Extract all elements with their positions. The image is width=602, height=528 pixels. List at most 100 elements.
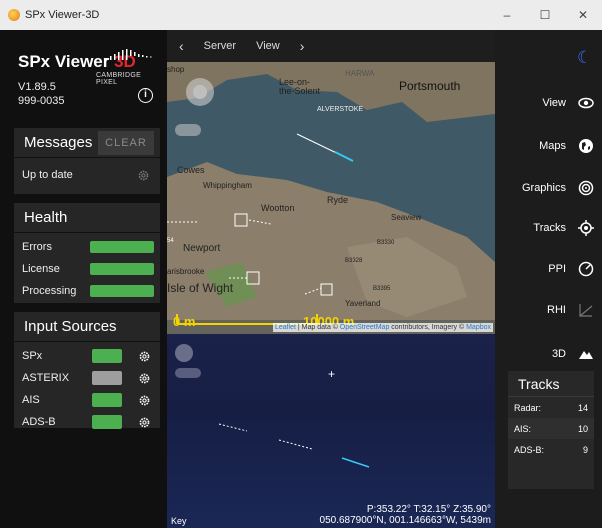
health-row: Processing: [14, 280, 160, 302]
graphics-icon: [578, 180, 594, 196]
input-source-indicator: [92, 349, 122, 363]
nav-label: PPI: [548, 263, 566, 275]
title-bar: SPx Viewer-3D – ☐ ✕: [0, 0, 602, 30]
map-label-yaverland: Yaverland: [345, 299, 381, 308]
input-source-indicator: [92, 393, 122, 407]
back-button[interactable]: ‹: [179, 38, 184, 54]
right-sidebar: ☾ View Maps Graphics Tracks PPI RHI 3D Tracks …: [495, 30, 602, 528]
map-label-isle: Isle of Wight: [167, 281, 234, 295]
brand-logo-icon: [106, 49, 152, 60]
map-label-harwa: HARWA: [345, 69, 375, 78]
3d-canvas: +: [218, 367, 370, 468]
version-info: V1.89.5 999-0035: [18, 81, 65, 107]
center-toolbar: ‹ Server View ›: [167, 30, 495, 62]
health-title: Health: [24, 209, 68, 226]
mapbox-link[interactable]: Mapbox: [466, 324, 491, 331]
nav-label: 3D: [551, 348, 566, 360]
input-source-settings-icon[interactable]: [138, 372, 151, 385]
brand-block: SPx Viewer 3D CAMBRIDGE PIXEL V1.89.5 99…: [8, 36, 160, 140]
map-label-ashop: shop: [167, 65, 185, 74]
server-menu[interactable]: Server: [204, 40, 236, 52]
input-source-row: AIS: [14, 389, 160, 411]
maximize-button[interactable]: ☐: [526, 8, 564, 22]
leaflet-link[interactable]: Leaflet: [275, 324, 296, 331]
scale-left-label: 0 m: [173, 314, 196, 329]
tracks-icon: [578, 220, 594, 236]
processing-status-bar: [90, 285, 154, 297]
map-label-newport: Newport: [183, 243, 221, 254]
nav-label: Maps: [539, 140, 566, 152]
nav-item-graphics[interactable]: Graphics: [522, 180, 594, 196]
map-label-b3395: B3395: [373, 286, 391, 292]
maps-icon: [578, 138, 594, 154]
input-source-settings-icon[interactable]: [138, 416, 151, 429]
messages-settings-icon[interactable]: [137, 169, 150, 182]
theme-toggle-icon[interactable]: ☾: [577, 48, 592, 68]
input-source-settings-icon[interactable]: [138, 350, 151, 363]
messages-status: Up to date: [22, 169, 73, 181]
errors-status-bar: [90, 241, 154, 253]
map-label-seaview: Seaview: [391, 213, 422, 222]
key-label[interactable]: Key: [171, 516, 187, 526]
map-label-whippingham: Whippingham: [203, 181, 252, 190]
input-source-row: ASTERIX: [14, 367, 160, 389]
nav-label: Graphics: [521, 182, 566, 194]
nav-item-ppi[interactable]: PPI: [548, 261, 594, 277]
tracks-row: ADS-B: 9: [514, 444, 588, 455]
input-source-label: AIS: [22, 394, 40, 406]
messages-panel: Messages CLEAR Up to date: [14, 128, 160, 194]
view-menu[interactable]: View: [256, 40, 280, 52]
company-name: CAMBRIDGE PIXEL: [96, 72, 142, 86]
view-icon: [578, 95, 594, 111]
map-label-ryde: Ryde: [327, 195, 349, 205]
input-sources-title: Input Sources: [24, 318, 117, 335]
camera-coordinates: P:353.22° T:32.15° Z:35.90° 050.687900°N…: [319, 504, 491, 526]
nav-label: RHI: [547, 304, 566, 316]
license-status-bar: [90, 263, 154, 275]
window-title: SPx Viewer-3D: [25, 9, 100, 21]
3d-icon: [578, 346, 594, 362]
map-label-lee: Lee-on- the-Solent: [279, 77, 321, 97]
map-label-wootton: Wootton: [261, 203, 295, 213]
svg-text:+: +: [328, 367, 335, 381]
tracks-summary: Tracks Radar: 14 AIS: 10 ADS-B: 9: [508, 371, 594, 489]
health-row: Errors: [14, 236, 160, 258]
tracks-summary-title: Tracks: [508, 371, 594, 397]
clear-button[interactable]: CLEAR: [98, 130, 154, 155]
map-label-arisbrook: arisbrooke: [167, 267, 205, 276]
app-icon: [8, 9, 20, 21]
health-panel: Health Errors License Processing: [14, 203, 160, 303]
input-source-indicator: [92, 371, 122, 385]
input-source-row: ADS-B: [14, 411, 160, 433]
left-sidebar: SPx Viewer 3D CAMBRIDGE PIXEL V1.89.5 99…: [0, 30, 167, 528]
map-label-alverstoke: ALVERSTOKE: [317, 106, 364, 113]
minimize-button[interactable]: –: [488, 8, 526, 22]
osm-link[interactable]: OpenStreetMap: [340, 324, 389, 331]
nav-item-3d[interactable]: 3D: [552, 346, 594, 362]
input-source-settings-icon[interactable]: [138, 394, 151, 407]
nav-item-tracks[interactable]: Tracks: [533, 220, 594, 236]
map-label-b3330: B3330: [377, 240, 395, 246]
nav-item-rhi[interactable]: RHI: [547, 302, 594, 318]
close-button[interactable]: ✕: [564, 8, 602, 22]
info-icon[interactable]: i: [138, 88, 153, 103]
input-source-row: SPx: [14, 345, 160, 367]
nav-label: View: [542, 97, 566, 109]
map-label-a54: 54: [167, 238, 174, 244]
nav-item-maps[interactable]: Maps: [539, 138, 594, 154]
map-label-cowes: Cowes: [177, 165, 205, 175]
input-source-indicator: [92, 415, 122, 429]
nav-label: Tracks: [533, 222, 566, 234]
input-source-label: ASTERIX: [22, 372, 70, 384]
map-label-b3328: B3328: [345, 258, 363, 264]
forward-button[interactable]: ›: [300, 38, 305, 54]
input-source-label: ADS-B: [22, 416, 56, 428]
map-attribution: Leaflet | Map data © OpenStreetMap contr…: [272, 323, 493, 332]
map-label-portsmouth: Portsmouth: [399, 79, 461, 93]
nav-item-view[interactable]: View: [542, 95, 594, 111]
messages-title: Messages: [24, 134, 93, 151]
map-view[interactable]: shop Lee-on- the-Solent HARWA Portsmouth ALV…: [167, 62, 495, 334]
3d-view[interactable]: + Key P:353.22° T:32.15° Z:35.90° 050.68…: [167, 334, 495, 528]
input-source-label: SPx: [22, 350, 43, 362]
tracks-row: AIS: 10: [508, 418, 594, 439]
